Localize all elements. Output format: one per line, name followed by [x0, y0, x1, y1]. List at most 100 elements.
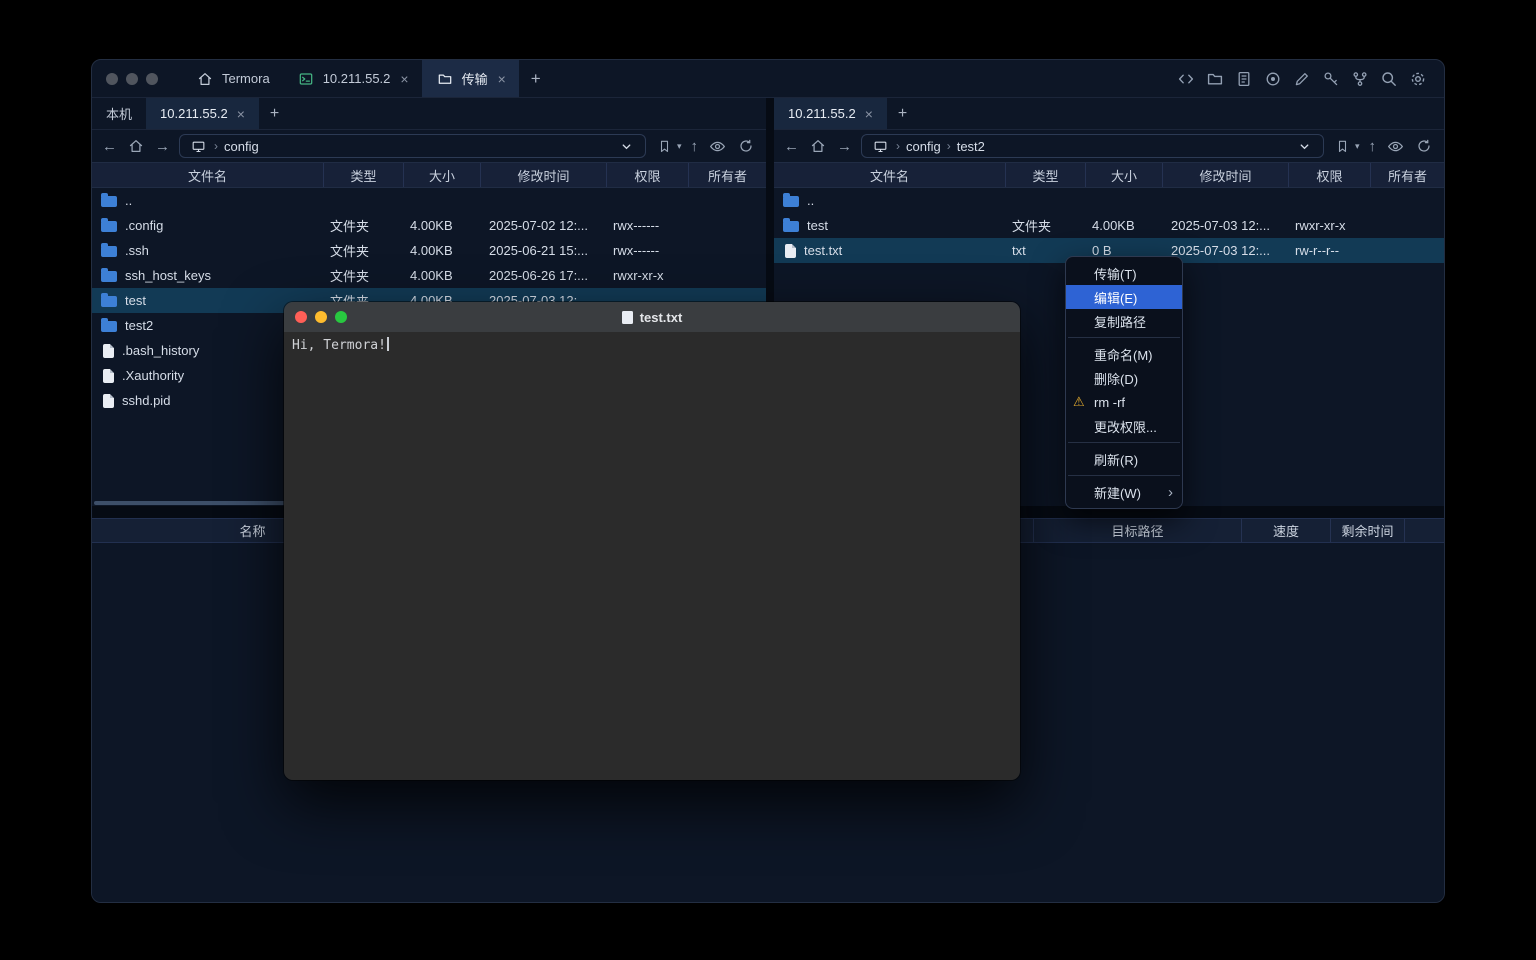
- show-hidden-files-button[interactable]: [707, 136, 727, 156]
- bookmark-button[interactable]: ▾: [1333, 136, 1360, 156]
- table-row[interactable]: .config 文件夹4.00KB2025-07-02 12:...rwx---…: [92, 213, 766, 238]
- home-button[interactable]: [808, 136, 828, 156]
- folder-icon: [101, 321, 117, 332]
- close-icon[interactable]: [295, 311, 307, 323]
- column-header[interactable]: 文件名: [92, 163, 324, 187]
- zoom-icon[interactable]: [335, 311, 347, 323]
- editor-titlebar[interactable]: test.txt: [284, 302, 1020, 332]
- column-header-gutter: [1405, 519, 1444, 542]
- home-icon: [195, 69, 215, 89]
- column-header[interactable]: 剩余时间: [1331, 519, 1405, 542]
- show-hidden-files-button[interactable]: [1385, 136, 1405, 156]
- pencil-icon[interactable]: [1292, 69, 1312, 89]
- table-row[interactable]: ..: [774, 188, 1444, 213]
- left-panel-tabs: 本机 10.211.55.2 × +: [92, 98, 766, 130]
- tab-termora-home[interactable]: Termora: [182, 60, 283, 97]
- folder-icon: [783, 221, 799, 232]
- column-header[interactable]: 速度: [1242, 519, 1331, 542]
- refresh-button[interactable]: [1414, 136, 1434, 156]
- editor-content[interactable]: Hi, Termora!: [284, 332, 1020, 780]
- path-bar[interactable]: › config › test2: [861, 134, 1324, 158]
- path-bar[interactable]: › config: [179, 134, 646, 158]
- folder-icon: [101, 196, 117, 207]
- caret-down-icon: ▾: [1355, 141, 1360, 152]
- minimize-icon[interactable]: [315, 311, 327, 323]
- menu-label: 复制路径: [1094, 312, 1146, 331]
- forward-button[interactable]: →: [155, 139, 170, 154]
- forward-button[interactable]: →: [837, 139, 852, 154]
- menu-item-copy-path[interactable]: 复制路径: [1066, 309, 1182, 333]
- close-icon[interactable]: ×: [865, 106, 873, 122]
- tab-label: 10.211.55.2: [323, 71, 391, 86]
- bookmark-button[interactable]: ▾: [655, 136, 682, 156]
- column-header[interactable]: 大小: [404, 163, 481, 187]
- back-button[interactable]: ←: [784, 139, 799, 154]
- menu-item-delete[interactable]: 删除(D): [1066, 366, 1182, 390]
- search-icon[interactable]: [1379, 69, 1399, 89]
- column-header[interactable]: 修改时间: [1163, 163, 1289, 187]
- file-name: test.txt: [804, 243, 842, 258]
- column-header[interactable]: 修改时间: [481, 163, 607, 187]
- table-row[interactable]: .ssh 文件夹4.00KB2025-06-21 15:...rwx------: [92, 238, 766, 263]
- column-header[interactable]: 所有者: [1371, 163, 1444, 187]
- column-header[interactable]: 文件名: [774, 163, 1006, 187]
- column-header[interactable]: 权限: [607, 163, 689, 187]
- menu-item-transfer[interactable]: 传输(T): [1066, 261, 1182, 285]
- new-tab-button[interactable]: +: [887, 98, 918, 129]
- chevron-down-icon[interactable]: [1295, 136, 1315, 156]
- column-header[interactable]: 大小: [1086, 163, 1163, 187]
- table-row[interactable]: ssh_host_keys 文件夹4.00KB2025-06-26 17:...…: [92, 263, 766, 288]
- menu-item-edit[interactable]: 编辑(E): [1066, 285, 1182, 309]
- menu-separator: [1068, 337, 1180, 338]
- history-icon[interactable]: [1234, 69, 1254, 89]
- gear-icon[interactable]: [1408, 69, 1428, 89]
- tab-ssh-session[interactable]: 10.211.55.2 ×: [283, 60, 422, 97]
- close-icon[interactable]: ×: [237, 106, 245, 122]
- refresh-button[interactable]: [736, 136, 756, 156]
- bookmark-icon: [1333, 136, 1353, 156]
- chevron-down-icon[interactable]: [617, 136, 637, 156]
- menu-item-change-permissions[interactable]: 更改权限...: [1066, 414, 1182, 438]
- column-header[interactable]: 目标路径: [1034, 519, 1242, 542]
- back-button[interactable]: ←: [102, 139, 117, 154]
- tab-remote-host[interactable]: 10.211.55.2 ×: [774, 98, 887, 129]
- key-icon[interactable]: [1321, 69, 1341, 89]
- breadcrumb-segment[interactable]: config: [224, 139, 259, 154]
- column-header[interactable]: 权限: [1289, 163, 1371, 187]
- close-icon[interactable]: ×: [400, 71, 408, 87]
- titlebar-actions: [1176, 60, 1444, 97]
- window-controls: [106, 60, 158, 97]
- tab-label: 传输: [462, 69, 488, 88]
- menu-item-rename[interactable]: 重命名(M): [1066, 342, 1182, 366]
- editor-window: test.txt Hi, Termora!: [284, 302, 1020, 780]
- up-directory-button[interactable]: ↑: [1369, 139, 1377, 154]
- new-tab-button[interactable]: +: [519, 60, 553, 97]
- breadcrumb-segment[interactable]: test2: [957, 139, 985, 154]
- tab-local-machine[interactable]: 本机: [92, 98, 146, 129]
- traffic-zoom-icon[interactable]: [146, 73, 158, 85]
- menu-item-new[interactable]: 新建(W)›: [1066, 480, 1182, 504]
- menu-label: 重命名(M): [1094, 345, 1153, 364]
- folder-icon[interactable]: [1205, 69, 1225, 89]
- up-directory-button[interactable]: ↑: [691, 139, 699, 154]
- new-tab-button[interactable]: +: [259, 98, 290, 129]
- column-header[interactable]: 类型: [1006, 163, 1086, 187]
- traffic-minimize-icon[interactable]: [126, 73, 138, 85]
- branch-icon[interactable]: [1350, 69, 1370, 89]
- file-icon: [785, 244, 796, 258]
- table-row[interactable]: test 文件夹4.00KB2025-07-03 12:...rwxr-xr-x: [774, 213, 1444, 238]
- table-row[interactable]: ..: [92, 188, 766, 213]
- traffic-close-icon[interactable]: [106, 73, 118, 85]
- menu-item-refresh[interactable]: 刷新(R): [1066, 447, 1182, 471]
- home-button[interactable]: [126, 136, 146, 156]
- menu-item-rm-rf[interactable]: ⚠rm -rf: [1066, 390, 1182, 414]
- menu-label: 传输(T): [1094, 264, 1137, 283]
- column-header[interactable]: 所有者: [689, 163, 766, 187]
- code-icon[interactable]: [1176, 69, 1196, 89]
- breadcrumb-segment[interactable]: config: [906, 139, 941, 154]
- tab-remote-host[interactable]: 10.211.55.2 ×: [146, 98, 259, 129]
- tab-transfer[interactable]: 传输 ×: [422, 60, 519, 97]
- close-icon[interactable]: ×: [498, 71, 506, 87]
- column-header[interactable]: 类型: [324, 163, 404, 187]
- record-icon[interactable]: [1263, 69, 1283, 89]
